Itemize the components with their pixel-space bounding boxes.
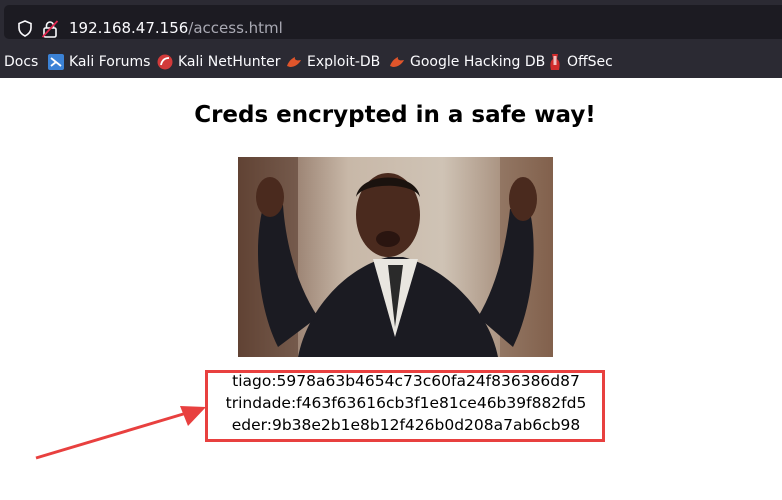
kali-nethunter-icon xyxy=(157,54,173,70)
bookmarks-toolbar: Docs Kali Forums Kali NetHunter Exploit-… xyxy=(0,46,782,79)
offsec-icon xyxy=(550,54,560,70)
meme-photo xyxy=(238,157,553,357)
credential-line: trindade:f463f63616cb3f1e81ce46b39f882fd… xyxy=(225,394,587,412)
exploit-db-icon xyxy=(287,57,301,67)
kali-forums-icon xyxy=(48,54,64,70)
credential-line: tiago:5978a63b4654c73c60fa24f836386d87 xyxy=(232,372,580,390)
bookmark-kali-forums[interactable]: Kali Forums xyxy=(48,52,150,72)
url-text[interactable]: 192.168.47.156/access.html xyxy=(69,19,283,37)
shield-icon[interactable] xyxy=(17,20,33,37)
insecure-lock-icon[interactable] xyxy=(42,20,58,38)
page-content: Creds encrypted in a safe way! tiago:597… xyxy=(0,78,782,500)
bookmark-offsec[interactable]: OffSec xyxy=(548,52,613,72)
url-bar[interactable]: 192.168.47.156/access.html xyxy=(4,5,782,39)
bookmark-kali-nethunter[interactable]: Kali NetHunter xyxy=(157,52,280,72)
exploit-db-icon xyxy=(390,57,404,67)
credentials-list: tiago:5978a63b4654c73c60fa24f836386d87 t… xyxy=(196,370,616,436)
bookmark-label: Google Hacking DB xyxy=(410,54,546,70)
bookmark-docs[interactable]: Docs xyxy=(4,52,38,72)
url-host: 192.168.47.156 xyxy=(69,19,189,37)
bookmark-label: Exploit-DB xyxy=(307,54,381,70)
bookmark-google-hacking-db[interactable]: Google Hacking DB xyxy=(389,52,545,72)
browser-toolbar: 192.168.47.156/access.html xyxy=(0,0,782,46)
bookmark-label: OffSec xyxy=(567,54,613,70)
credential-line: eder:9b38e2b1e8b12f426b0d208a7ab6cb98 xyxy=(231,416,581,434)
page-heading: Creds encrypted in a safe way! xyxy=(194,102,596,128)
bookmark-label: Docs xyxy=(4,54,39,70)
bookmark-label: Kali Forums xyxy=(69,54,151,70)
annotation-arrow xyxy=(35,406,206,460)
bookmark-exploit-db[interactable]: Exploit-DB xyxy=(286,52,380,72)
url-path: /access.html xyxy=(188,19,283,37)
bookmark-label: Kali NetHunter xyxy=(178,54,281,70)
